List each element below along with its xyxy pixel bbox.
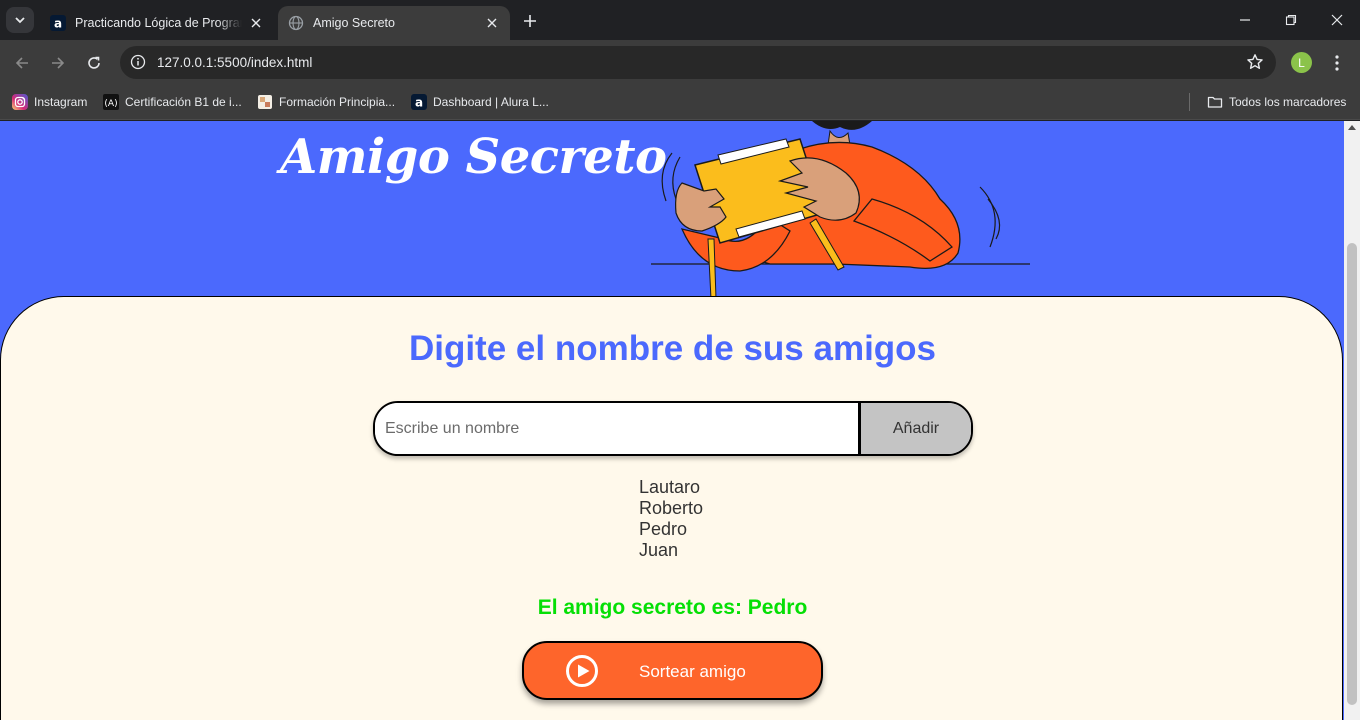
url-text[interactable]: 127.0.0.1:5500/index.html <box>157 55 312 70</box>
tab-title: Amigo Secreto <box>313 16 395 30</box>
browser-toolbar: 127.0.0.1:5500/index.html L <box>0 40 1360 85</box>
arrow-right-icon <box>52 57 65 69</box>
reload-button[interactable] <box>81 50 107 76</box>
main-card: Digite el nombre de sus amigos Añadir La… <box>0 296 1343 720</box>
list-item: Pedro <box>639 519 688 539</box>
address-bar[interactable]: 127.0.0.1:5500/index.html <box>120 46 1276 79</box>
friends-list: Lautaro Roberto Pedro Juan <box>639 477 703 561</box>
friend-name-input[interactable] <box>375 403 858 454</box>
page-icon <box>257 94 273 110</box>
tab-practicando[interactable]: a Practicando Lógica de Programa <box>40 6 274 40</box>
minimize-button[interactable] <box>1222 0 1268 40</box>
bookmark-label: Formación Principia... <box>279 95 396 109</box>
close-window-button[interactable] <box>1314 0 1360 40</box>
chevron-down-icon <box>15 17 25 24</box>
svg-text:a: a <box>54 17 62 31</box>
draw-friend-button[interactable]: Sortear amigo <box>522 641 823 700</box>
profile-avatar[interactable]: L <box>1291 52 1312 73</box>
more-vertical-icon <box>1335 55 1339 71</box>
bookmarks-bar: Instagram (A) Certificación B1 de i... F… <box>0 85 1360 120</box>
scrollbar-thumb[interactable] <box>1347 243 1357 705</box>
arrow-left-icon <box>15 57 28 69</box>
bookmark-certificacion[interactable]: (A) Certificación B1 de i... <box>103 91 242 113</box>
svg-text:a: a <box>415 96 423 110</box>
tab-amigo-secreto[interactable]: Amigo Secreto <box>278 6 510 40</box>
section-title: Digite el nombre de sus amigos <box>408 329 937 368</box>
bookmark-label: Dashboard | Alura L... <box>433 95 549 109</box>
alura-icon: a <box>50 15 66 31</box>
list-item: Juan <box>639 540 679 560</box>
minimize-icon <box>1240 19 1250 21</box>
bookmark-label: Certificación B1 de i... <box>125 95 242 109</box>
bookmarks-divider <box>1189 93 1190 111</box>
bookmark-dashboard[interactable]: a Dashboard | Alura L... <box>411 91 549 113</box>
folder-icon <box>1207 94 1223 110</box>
plus-icon <box>524 15 536 27</box>
info-icon <box>130 54 146 70</box>
draw-button-label: Sortear amigo <box>639 662 746 681</box>
scrollbar[interactable] <box>1344 121 1360 720</box>
reload-icon <box>88 56 100 69</box>
list-item: Lautaro <box>639 477 701 497</box>
svg-text:(A): (A) <box>104 99 117 109</box>
all-bookmarks-button[interactable]: Todos los marcadores <box>1207 91 1346 113</box>
bookmark-instagram[interactable]: Instagram <box>12 91 87 113</box>
instagram-icon <box>12 94 28 110</box>
tab-search-button[interactable] <box>6 7 34 33</box>
back-button[interactable] <box>9 50 35 76</box>
tab-strip: a Practicando Lógica de Programa Amigo S… <box>0 0 1360 40</box>
page-viewport: Amigo Secreto Digite el nombre de sus am… <box>0 121 1344 720</box>
bookmark-formacion[interactable]: Formación Principia... <box>257 91 395 113</box>
browser-menu-button[interactable] <box>1326 52 1348 74</box>
tab-title: Practicando Lógica de Programa <box>75 16 242 30</box>
bookmark-label: Instagram <box>34 95 88 109</box>
star-icon[interactable] <box>1246 53 1264 71</box>
restore-button[interactable] <box>1268 0 1314 40</box>
page-hero-title: Amigo Secreto <box>280 129 667 185</box>
forward-button[interactable] <box>45 50 71 76</box>
close-icon[interactable] <box>248 15 264 31</box>
certification-icon: (A) <box>103 94 119 110</box>
play-circle-icon <box>566 655 598 687</box>
name-input-group: Añadir <box>373 401 973 456</box>
person-holding-box-illustration <box>651 121 1030 300</box>
alura-icon: a <box>411 94 427 110</box>
scroll-up-icon[interactable] <box>1348 125 1356 130</box>
add-friend-button[interactable]: Añadir <box>858 403 971 454</box>
site-info-button[interactable] <box>126 50 150 74</box>
close-icon[interactable] <box>484 15 500 31</box>
globe-icon <box>288 15 304 31</box>
list-item: Roberto <box>639 498 704 518</box>
result-text: El amigo secreto es: Pedro <box>537 596 808 619</box>
close-icon <box>1331 14 1343 26</box>
restore-icon <box>1285 14 1297 26</box>
new-tab-button[interactable] <box>518 10 542 32</box>
all-bookmarks-label: Todos los marcadores <box>1229 95 1347 109</box>
